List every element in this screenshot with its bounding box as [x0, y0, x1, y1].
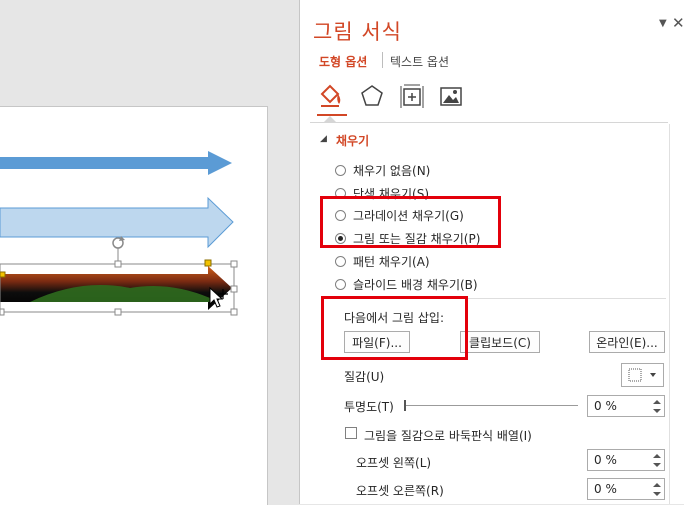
- spin-down-icon[interactable]: [653, 409, 661, 413]
- spin-down-icon[interactable]: [653, 492, 661, 496]
- transparency-spinner[interactable]: 0 %: [587, 395, 665, 417]
- spin-down-icon[interactable]: [653, 463, 661, 467]
- radio-label: 패턴 채우기(A): [353, 254, 430, 269]
- rotate-handle-icon: [112, 236, 125, 249]
- online-button[interactable]: 온라인(E)...: [589, 331, 665, 353]
- tile-checkbox[interactable]: [345, 427, 357, 439]
- pane-divider: [310, 122, 668, 123]
- slide-canvas: [0, 0, 299, 505]
- tile-label: 그림을 질감으로 바둑판식 배열(I): [364, 429, 532, 443]
- effects-icon[interactable]: [358, 82, 386, 110]
- close-icon[interactable]: ✕: [672, 14, 684, 32]
- pane-scrollbar[interactable]: [669, 124, 684, 504]
- spin-up-icon[interactable]: [653, 400, 661, 404]
- radio-button[interactable]: [335, 255, 346, 267]
- highlight-box-insert-file: [321, 296, 468, 360]
- spinner-value[interactable]: 0 %: [594, 399, 617, 413]
- texture-label: 질감(U): [344, 370, 385, 384]
- offset-right-spinner[interactable]: 0 %: [587, 478, 665, 500]
- radio-slide-background-fill[interactable]: 슬라이드 배경 채우기(B): [335, 275, 478, 293]
- radio-label: 슬라이드 배경 채우기(B): [353, 277, 478, 292]
- pane-options-icon[interactable]: ▼: [659, 18, 667, 29]
- spinner-value[interactable]: 0 %: [594, 453, 617, 467]
- transparency-slider[interactable]: [406, 405, 578, 406]
- tab-shape-options[interactable]: 도형 옵션: [319, 53, 367, 70]
- wide-arrow-shape: [0, 196, 234, 249]
- radio-button[interactable]: [335, 278, 346, 290]
- fill-line-icon[interactable]: [316, 82, 344, 110]
- pane-title: 그림 서식: [313, 20, 402, 44]
- highlight-box-fill-options: [320, 196, 501, 248]
- format-picture-pane: 그림 서식 ▼ ✕ 도형 옵션 텍스트 옵션 ◢ 채우기 채우기 없음(N) 단…: [299, 0, 684, 504]
- texture-dropdown[interactable]: [621, 363, 664, 387]
- offset-left-label: 오프셋 왼쪽(L): [356, 456, 432, 470]
- radio-label: 채우기 없음(N): [353, 163, 431, 178]
- radio-button[interactable]: [335, 164, 346, 176]
- offset-right-label: 오프셋 오른쪽(R): [356, 484, 444, 498]
- texture-swatch-icon: [628, 368, 656, 382]
- transparency-label: 투명도(T): [344, 400, 394, 414]
- tab-separator: [382, 52, 383, 68]
- spinner-value[interactable]: 0 %: [594, 482, 617, 496]
- thin-arrow-shape: [0, 151, 232, 175]
- section-title-fill[interactable]: 채우기: [336, 132, 369, 149]
- slide-shapes: [0, 151, 238, 316]
- radio-no-fill[interactable]: 채우기 없음(N): [335, 161, 430, 179]
- tab-text-options[interactable]: 텍스트 옵션: [390, 53, 449, 70]
- slider-thumb[interactable]: [404, 400, 406, 411]
- size-properties-icon[interactable]: [398, 82, 426, 110]
- spin-up-icon[interactable]: [653, 483, 661, 487]
- picture-icon[interactable]: [437, 82, 465, 110]
- clipboard-button[interactable]: 클립보드(C): [460, 331, 540, 353]
- radio-pattern-fill[interactable]: 패턴 채우기(A): [335, 252, 430, 270]
- spin-up-icon[interactable]: [653, 454, 661, 458]
- picture-arrow-shape: [0, 266, 232, 310]
- collapse-triangle-icon[interactable]: ◢: [320, 134, 327, 144]
- offset-left-spinner[interactable]: 0 %: [587, 449, 665, 471]
- caret-pointer: [324, 116, 336, 122]
